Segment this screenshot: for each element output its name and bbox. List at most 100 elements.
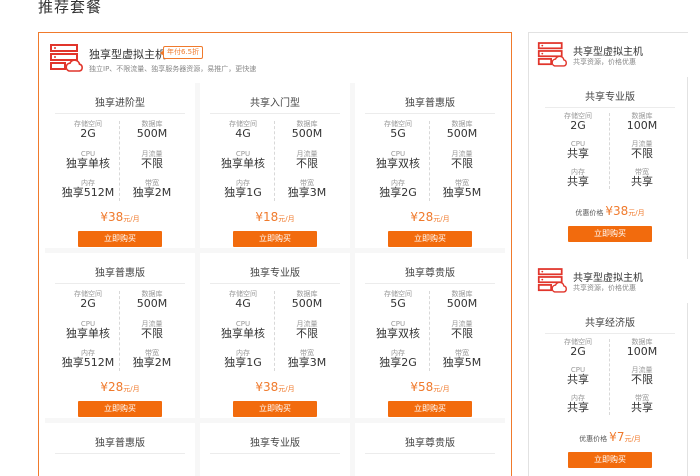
price-unit: 元/月 (123, 385, 140, 393)
cpu-spec: CPU 独享双核 (367, 150, 429, 170)
plan-card: 独享普惠版 存储空间 2G 数据库 500M CPU 独享单核 月流量 不限 内存 独享512M 带宽… (45, 253, 195, 418)
price-prefix: 优惠价格 (579, 435, 608, 443)
cpu-spec-value: 独享单核 (66, 327, 110, 340)
plan-name: 独享专业版 (250, 268, 300, 279)
price-currency: ¥ (100, 380, 108, 394)
buy-now-button[interactable]: 立即购买 (568, 452, 652, 468)
memory-spec: 内存 共享 (547, 394, 609, 414)
plan-divider (365, 113, 495, 114)
price-amount: 58 (418, 380, 434, 394)
price-amount: 38 (613, 204, 629, 218)
traffic-spec: 月流量 不限 (431, 150, 493, 170)
traffic-spec: 月流量 不限 (431, 320, 493, 340)
buy-now-button[interactable]: 立即购买 (388, 231, 472, 247)
traffic-spec-value: 不限 (631, 373, 653, 386)
price-unit: 元/月 (433, 215, 450, 223)
memory-spec-value: 独享512M (61, 356, 115, 369)
memory-spec-value: 独享1G (224, 356, 262, 369)
shared-plan-card: 共享专业版 存储空间 2G 数据库 100M CPU 共享 月流量 不限 内存 共享 带宽 共享 优惠价格… (535, 77, 685, 253)
plan-card: 共享入门型 存储空间 4G 数据库 500M CPU 独享单核 月流量 不限 内存 独享1G 带宽 独享… (200, 83, 350, 248)
server-cloud-icon (537, 42, 567, 67)
traffic-spec: 月流量 不限 (611, 140, 673, 160)
plan-price: ¥28元/月 (45, 380, 195, 394)
memory-spec-value: 独享512M (61, 186, 115, 199)
storage-spec: 存储空间 2G (57, 120, 119, 140)
buy-now-button[interactable]: 立即购买 (233, 231, 317, 247)
storage-spec-value: 2G (80, 127, 96, 140)
traffic-spec-value: 不限 (141, 157, 163, 170)
database-spec-value: 100M (626, 345, 658, 358)
memory-spec: 内存 独享512M (57, 349, 119, 369)
price-amount: 28 (418, 210, 434, 224)
traffic-spec-value: 不限 (296, 327, 318, 340)
memory-spec-value: 共享 (567, 401, 589, 414)
bandwidth-spec: 带宽 共享 (611, 168, 673, 188)
cpu-spec-value: 独享双核 (376, 327, 420, 340)
cpu-spec: CPU 独享单核 (57, 320, 119, 340)
memory-spec-value: 共享 (567, 175, 589, 188)
storage-spec-value: 2G (80, 297, 96, 310)
plan-divider (545, 107, 675, 108)
plan-card: 独享专业版 (200, 423, 350, 476)
memory-spec-value: 独享1G (224, 186, 262, 199)
cpu-spec: CPU 独享单核 (212, 150, 274, 170)
memory-spec: 内存 共享 (547, 168, 609, 188)
plan-name: 独享普惠版 (95, 438, 145, 449)
traffic-spec: 月流量 不限 (276, 320, 338, 340)
bandwidth-spec-value: 共享 (631, 401, 653, 414)
server-cloud-icon (50, 44, 83, 72)
traffic-spec-value: 不限 (141, 327, 163, 340)
spec-divider (429, 291, 430, 371)
plan-name: 独享普惠版 (405, 98, 455, 109)
memory-spec: 内存 独享2G (367, 179, 429, 199)
database-spec: 数据库 500M (276, 290, 338, 310)
price-amount: 28 (108, 380, 124, 394)
storage-spec-value: 5G (390, 297, 406, 310)
price-unit: 元/月 (278, 385, 295, 393)
plan-divider (55, 283, 185, 284)
database-spec-value: 100M (626, 119, 658, 132)
plan-name: 共享专业版 (585, 92, 635, 103)
spec-divider (274, 291, 275, 371)
buy-now-button[interactable]: 立即购买 (78, 231, 162, 247)
price-prefix: 优惠价格 (575, 209, 604, 217)
database-spec-value: 500M (136, 297, 168, 310)
price-amount: 18 (263, 210, 279, 224)
cpu-spec: CPU 独享单核 (57, 150, 119, 170)
shared-hosting-title: 共享型虚拟主机 (573, 273, 643, 284)
panel-subtitle: 独立IP、不限流量、独享服务器资源，易推广，更快速 (89, 65, 257, 73)
plan-card: 独享普惠版 (45, 423, 195, 476)
shared-hosting-title: 共享型虚拟主机 (573, 47, 643, 58)
buy-now-button[interactable]: 立即购买 (233, 401, 317, 417)
shared-plan-inner: 共享专业版 存储空间 2G 数据库 100M CPU 共享 月流量 不限 内存 共享 带宽 共享 优惠价格… (535, 77, 685, 253)
bandwidth-spec: 带宽 独享2M (121, 179, 183, 199)
plan-price: 优惠价格 ¥7元/月 (535, 430, 685, 444)
discount-badge: 年付6.5折 (159, 46, 204, 59)
plan-card: 独享进阶型 存储空间 2G 数据库 500M CPU 独享单核 月流量 不限 内存 独享512M 带宽… (45, 83, 195, 248)
storage-spec: 存储空间 4G (212, 120, 274, 140)
price-currency: ¥ (605, 204, 613, 218)
shared-hosting-header: 共享型虚拟主机 共享资源，价格优惠 (529, 33, 689, 77)
buy-now-button[interactable]: 立即购买 (78, 401, 162, 417)
traffic-spec: 月流量 不限 (121, 150, 183, 170)
buy-now-button[interactable]: 立即购买 (568, 226, 652, 242)
traffic-spec-value: 不限 (296, 157, 318, 170)
shared-plan-card: 共享经济版 存储空间 2G 数据库 100M CPU 共享 月流量 不限 内存 共享 带宽 共享 优惠价格… (535, 303, 685, 476)
price-currency: ¥ (410, 380, 418, 394)
plan-name: 独享尊贵版 (405, 438, 455, 449)
panel-title: 独享型虚拟主机 (89, 48, 166, 61)
buy-now-button[interactable]: 立即购买 (388, 401, 472, 417)
plan-price: ¥18元/月 (200, 210, 350, 224)
plan-price: ¥58元/月 (355, 380, 505, 394)
database-spec-value: 500M (291, 127, 323, 140)
plan-card: 独享尊贵版 存储空间 5G 数据库 500M CPU 独享双核 月流量 不限 内存 独享2G 带宽 独享… (355, 253, 505, 418)
dedicated-hosting-panel: 独享型虚拟主机 年付6.5折 独立IP、不限流量、独享服务器资源，易推广，更快速… (38, 32, 512, 476)
shared-hosting-panel: 共享型虚拟主机 共享资源，价格优惠 共享专业版 存储空间 2G 数据库 100M CPU 共享月… (528, 32, 689, 476)
database-spec-value: 500M (446, 297, 478, 310)
price-currency: ¥ (100, 210, 108, 224)
bandwidth-spec: 带宽 独享5M (431, 349, 493, 369)
database-spec: 数据库 500M (121, 290, 183, 310)
storage-spec: 存储空间 5G (367, 290, 429, 310)
bandwidth-spec: 带宽 独享5M (431, 179, 493, 199)
storage-spec-value: 2G (570, 119, 586, 132)
